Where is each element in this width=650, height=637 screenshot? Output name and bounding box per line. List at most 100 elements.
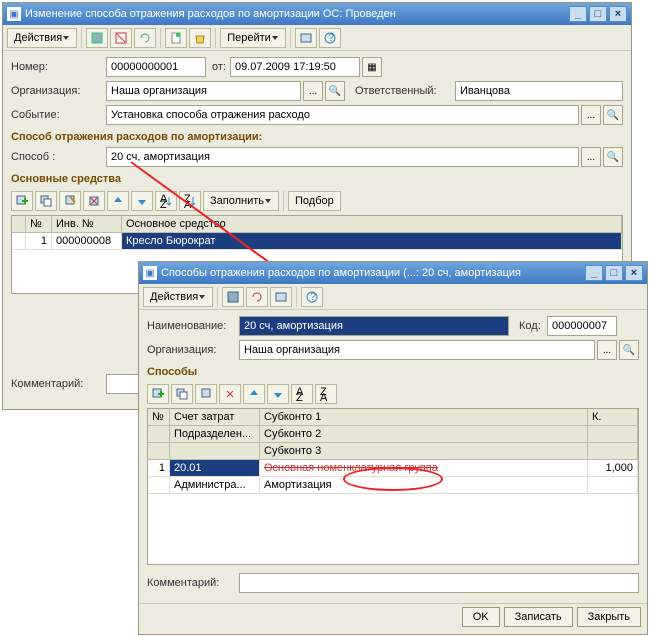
- row-edit-icon[interactable]: [195, 384, 217, 404]
- method-select-button[interactable]: ...: [581, 147, 601, 167]
- save-button[interactable]: Записать: [504, 607, 573, 627]
- row-copy-icon[interactable]: [35, 191, 57, 211]
- goto-menu[interactable]: Перейти: [220, 28, 286, 48]
- comment-label: Комментарий:: [11, 378, 106, 390]
- svg-text:Z: Z: [160, 199, 167, 208]
- tool-goto-icon[interactable]: [270, 287, 292, 307]
- org-label: Организация:: [11, 85, 106, 97]
- svg-text:?: ?: [328, 32, 334, 44]
- org-field[interactable]: Наша организация: [239, 340, 595, 360]
- row-copy-icon[interactable]: [171, 384, 193, 404]
- close-button[interactable]: Закрыть: [577, 607, 641, 627]
- tool-help-icon[interactable]: ?: [301, 287, 323, 307]
- comment-field[interactable]: [239, 573, 639, 593]
- col-k: К.: [588, 409, 638, 426]
- tool-refresh-icon[interactable]: [246, 287, 268, 307]
- maximize-button[interactable]: □: [589, 6, 607, 22]
- svg-text:Z: Z: [296, 392, 303, 401]
- comment-label: Комментарий:: [147, 577, 239, 589]
- col-sub1: Субконто 1: [260, 409, 588, 426]
- tool-doc-icon[interactable]: [165, 28, 187, 48]
- section-methods: Способы: [147, 366, 639, 378]
- row-delete-icon[interactable]: [83, 191, 105, 211]
- ok-button[interactable]: OK: [462, 607, 500, 627]
- tool-unpost-icon[interactable]: [110, 28, 132, 48]
- method-field[interactable]: 20 сч, амортизация: [106, 147, 579, 167]
- grid-toolbar: AZ ZA: [147, 382, 639, 408]
- row-sort-desc-icon[interactable]: ZA: [315, 384, 337, 404]
- close-button[interactable]: ×: [609, 6, 627, 22]
- close-button[interactable]: ×: [625, 265, 643, 281]
- tool-save-icon[interactable]: [222, 287, 244, 307]
- date-picker-button[interactable]: ▦: [362, 57, 382, 77]
- app-icon: ▣: [7, 7, 21, 21]
- number-label: Номер:: [11, 61, 106, 73]
- tool-basket-icon[interactable]: [189, 28, 211, 48]
- tool-help-icon[interactable]: ?: [319, 28, 341, 48]
- from-label: от:: [212, 61, 226, 73]
- maximize-button[interactable]: □: [605, 265, 623, 281]
- titlebar-main: ▣ Изменение способа отражения расходов п…: [3, 3, 631, 25]
- org-label: Организация:: [147, 344, 239, 356]
- app-icon: ▣: [143, 266, 157, 280]
- actions-menu[interactable]: Действия: [7, 28, 77, 48]
- section-method: Способ отражения расходов по амортизации…: [11, 131, 623, 143]
- row-up-icon[interactable]: [243, 384, 265, 404]
- col-n[interactable]: №: [26, 216, 52, 232]
- org-open-button[interactable]: 🔍: [325, 81, 345, 101]
- event-select-button[interactable]: ...: [581, 105, 601, 125]
- col-os[interactable]: Основное средство: [122, 216, 622, 232]
- org-select-button[interactable]: ...: [597, 340, 617, 360]
- tool-refresh-icon[interactable]: [134, 28, 156, 48]
- row-up-icon[interactable]: [107, 191, 129, 211]
- annotation-circle: [343, 467, 443, 491]
- titlebar-methods: ▣ Способы отражения расходов по амортиза…: [139, 262, 647, 284]
- toolbar-methods: Действия ?: [139, 284, 647, 310]
- pick-button[interactable]: Подбор: [288, 191, 341, 211]
- col-acct: Счет затрат: [170, 409, 260, 426]
- grid-toolbar: AZ ZA Заполнить Подбор: [11, 189, 623, 215]
- row-sort-asc-icon[interactable]: AZ: [291, 384, 313, 404]
- section-os: Основные средства: [11, 173, 623, 185]
- col-n: №: [148, 409, 170, 426]
- number-field[interactable]: 00000000001: [106, 57, 206, 77]
- svg-text:?: ?: [310, 291, 316, 303]
- event-open-button[interactable]: 🔍: [603, 105, 623, 125]
- minimize-button[interactable]: _: [569, 6, 587, 22]
- window-methods: ▣ Способы отражения расходов по амортиза…: [138, 261, 648, 635]
- org-field[interactable]: Наша организация: [106, 81, 301, 101]
- actions-menu[interactable]: Действия: [143, 287, 213, 307]
- col-dept: Подразделен...: [170, 426, 260, 443]
- org-open-button[interactable]: 🔍: [619, 340, 639, 360]
- tool-post-icon[interactable]: [86, 28, 108, 48]
- date-field[interactable]: 09.07.2009 17:19:50: [230, 57, 360, 77]
- table-row[interactable]: 1 000000008 Кресло Бюрократ: [12, 233, 622, 250]
- title-text: Изменение способа отражения расходов по …: [25, 8, 569, 20]
- resp-label: Ответственный:: [355, 85, 455, 97]
- col-sub3: Субконто 3: [260, 443, 588, 460]
- event-field[interactable]: Установка способа отражения расходо: [106, 105, 579, 125]
- resp-field[interactable]: Иванцова: [455, 81, 623, 101]
- minimize-button[interactable]: _: [585, 265, 603, 281]
- row-down-icon[interactable]: [267, 384, 289, 404]
- method-open-button[interactable]: 🔍: [603, 147, 623, 167]
- name-label: Наименование:: [147, 320, 239, 332]
- name-field[interactable]: 20 сч, амортизация: [239, 316, 509, 336]
- code-label: Код:: [519, 320, 547, 332]
- row-delete-icon[interactable]: [219, 384, 241, 404]
- code-field[interactable]: 000000007: [547, 316, 617, 336]
- title-text: Способы отражения расходов по амортизаци…: [161, 267, 585, 279]
- tool-settings-icon[interactable]: [295, 28, 317, 48]
- org-select-button[interactable]: ...: [303, 81, 323, 101]
- row-down-icon[interactable]: [131, 191, 153, 211]
- toolbar-main: Действия Перейти ?: [3, 25, 631, 51]
- event-label: Событие:: [11, 109, 106, 121]
- svg-text:A: A: [320, 392, 328, 401]
- body-methods: Наименование: 20 сч, амортизация Код: 00…: [139, 310, 647, 603]
- fill-menu[interactable]: Заполнить: [203, 191, 279, 211]
- col-inv[interactable]: Инв. №: [52, 216, 122, 232]
- row-add-icon[interactable]: [147, 384, 169, 404]
- row-add-icon[interactable]: [11, 191, 33, 211]
- row-edit-icon[interactable]: [59, 191, 81, 211]
- footer: OK Записать Закрыть: [139, 603, 647, 629]
